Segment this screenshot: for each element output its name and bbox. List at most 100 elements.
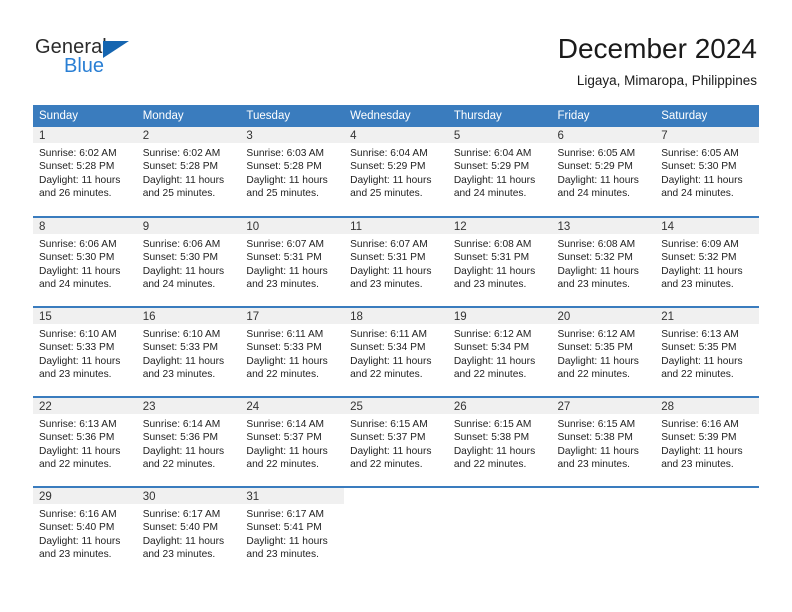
daylight-text: Daylight: 11 hours and 23 minutes. (557, 265, 639, 290)
day-details: Sunrise: 6:10 AM Sunset: 5:33 PM Daylight:… (137, 324, 241, 381)
sunset-text: Sunset: 5:31 PM (350, 252, 426, 264)
day-number: 9 (136, 218, 241, 234)
day-number (447, 488, 552, 504)
calendar-day-cell[interactable]: 6 Sunrise: 6:05 AM Sunset: 5:29 PM Daylight… (551, 127, 656, 217)
calendar-day-cell[interactable]: 31 Sunrise: 6:17 AM Sunset: 5:41 PM Dayligh… (240, 487, 345, 577)
day-number: 5 (447, 127, 552, 143)
calendar-day-cell[interactable]: 11 Sunrise: 6:07 AM Sunset: 5:31 PM Dayligh… (344, 217, 448, 307)
sunrise-text: Sunrise: 6:10 AM (39, 329, 117, 340)
day-details: Sunrise: 6:06 AM Sunset: 5:30 PM Daylight:… (33, 234, 137, 291)
day-details: Sunrise: 6:11 AM Sunset: 5:34 PM Daylight:… (344, 324, 448, 381)
sunset-text: Sunset: 5:32 PM (557, 252, 633, 264)
calendar-day-cell[interactable]: 20 Sunrise: 6:12 AM Sunset: 5:35 PM Dayligh… (551, 307, 656, 397)
sunrise-text: Sunrise: 6:02 AM (39, 148, 117, 159)
sunrise-text: Sunrise: 6:04 AM (350, 148, 428, 159)
sunset-text: Sunset: 5:33 PM (246, 342, 322, 354)
day-number: 7 (655, 127, 759, 143)
sunset-text: Sunset: 5:29 PM (453, 161, 530, 173)
sunset-text: Sunset: 5:36 PM (39, 432, 115, 444)
calendar-day-cell[interactable]: 3 Sunrise: 6:03 AM Sunset: 5:28 PM Daylight… (240, 127, 345, 217)
sunset-text: Sunset: 5:34 PM (350, 342, 426, 354)
calendar-day-cell[interactable]: 30 Sunrise: 6:17 AM Sunset: 5:40 PM Dayligh… (136, 487, 241, 577)
day-number: 20 (551, 308, 656, 324)
sunrise-text: Sunrise: 6:17 AM (142, 509, 221, 520)
calendar-day-cell[interactable]: 19 Sunrise: 6:12 AM Sunset: 5:34 PM Dayligh… (447, 307, 552, 397)
daylight-text: Daylight: 11 hours and 23 minutes. (142, 535, 225, 560)
sunrise-text: Sunrise: 6:13 AM (39, 419, 117, 430)
sunset-text: Sunset: 5:29 PM (350, 161, 426, 173)
weekday-header-wednesday: Wednesday (344, 105, 448, 127)
calendar-day-cell[interactable]: 5 Sunrise: 6:04 AM Sunset: 5:29 PM Daylight… (447, 127, 552, 217)
weekday-header-saturday: Saturday (655, 105, 759, 127)
day-number: 8 (33, 218, 137, 234)
day-details (344, 504, 448, 508)
calendar-day-cell[interactable]: 22 Sunrise: 6:13 AM Sunset: 5:36 PM Dayligh… (33, 397, 137, 487)
weekday-header-friday: Friday (551, 105, 656, 127)
day-number: 22 (33, 398, 137, 414)
calendar-empty-cell (551, 487, 656, 577)
calendar-day-cell[interactable]: 2 Sunrise: 6:02 AM Sunset: 5:28 PM Daylight… (136, 127, 241, 217)
brand-logo: General Blue (35, 36, 165, 84)
day-number: 2 (136, 127, 241, 143)
calendar-table: Sunday Monday Tuesday Wednesday Thursday… (33, 105, 759, 577)
day-number: 25 (344, 398, 448, 414)
sunrise-text: Sunrise: 6:08 AM (557, 239, 636, 250)
calendar-header-row: Sunday Monday Tuesday Wednesday Thursday… (33, 105, 759, 127)
day-number: 3 (240, 127, 345, 143)
calendar-day-cell[interactable]: 27 Sunrise: 6:15 AM Sunset: 5:38 PM Dayligh… (551, 397, 656, 487)
calendar-day-cell[interactable]: 14 Sunrise: 6:09 AM Sunset: 5:32 PM Dayligh… (655, 217, 759, 307)
day-details: Sunrise: 6:17 AM Sunset: 5:41 PM Daylight:… (240, 504, 344, 561)
sunrise-text: Sunrise: 6:06 AM (142, 239, 221, 250)
sunset-text: Sunset: 5:36 PM (142, 432, 219, 444)
weekday-header-monday: Monday (136, 105, 241, 127)
sunrise-text: Sunrise: 6:14 AM (142, 419, 221, 430)
sunset-text: Sunset: 5:37 PM (246, 432, 322, 444)
day-details: Sunrise: 6:14 AM Sunset: 5:36 PM Daylight:… (137, 414, 241, 471)
calendar-day-cell[interactable]: 28 Sunrise: 6:16 AM Sunset: 5:39 PM Dayligh… (655, 397, 759, 487)
day-number: 4 (344, 127, 448, 143)
sunset-text: Sunset: 5:33 PM (142, 342, 219, 354)
sunrise-text: Sunrise: 6:11 AM (246, 329, 324, 340)
calendar-day-cell[interactable]: 21 Sunrise: 6:13 AM Sunset: 5:35 PM Dayligh… (655, 307, 759, 397)
calendar-day-cell[interactable]: 23 Sunrise: 6:14 AM Sunset: 5:36 PM Dayligh… (136, 397, 241, 487)
calendar-day-cell[interactable]: 1 Sunrise: 6:02 AM Sunset: 5:28 PM Daylight… (33, 127, 137, 217)
calendar-empty-cell (344, 487, 448, 577)
day-details: Sunrise: 6:05 AM Sunset: 5:29 PM Daylight:… (552, 143, 656, 200)
day-number (655, 488, 759, 504)
calendar-day-cell[interactable]: 12 Sunrise: 6:08 AM Sunset: 5:31 PM Dayligh… (447, 217, 552, 307)
calendar-day-cell[interactable]: 10 Sunrise: 6:07 AM Sunset: 5:31 PM Dayligh… (240, 217, 345, 307)
calendar-day-cell[interactable]: 29 Sunrise: 6:16 AM Sunset: 5:40 PM Dayligh… (33, 487, 137, 577)
calendar-day-cell[interactable]: 25 Sunrise: 6:15 AM Sunset: 5:37 PM Dayligh… (344, 397, 448, 487)
page-title: December 2024 (557, 33, 757, 64)
calendar-day-cell[interactable]: 8 Sunrise: 6:06 AM Sunset: 5:30 PM Daylight… (33, 217, 137, 307)
daylight-text: Daylight: 11 hours and 25 minutes. (350, 174, 432, 199)
sunset-text: Sunset: 5:28 PM (39, 161, 115, 173)
sunset-text: Sunset: 5:39 PM (661, 432, 737, 444)
day-number: 10 (240, 218, 345, 234)
calendar-day-cell[interactable]: 24 Sunrise: 6:14 AM Sunset: 5:37 PM Dayligh… (240, 397, 345, 487)
calendar-day-cell[interactable]: 16 Sunrise: 6:10 AM Sunset: 5:33 PM Dayligh… (136, 307, 241, 397)
sunrise-text: Sunrise: 6:12 AM (557, 329, 636, 340)
daylight-text: Daylight: 11 hours and 23 minutes. (39, 355, 121, 380)
calendar-day-cell[interactable]: 4 Sunrise: 6:04 AM Sunset: 5:29 PM Daylight… (344, 127, 448, 217)
calendar-day-cell[interactable]: 17 Sunrise: 6:11 AM Sunset: 5:33 PM Dayligh… (240, 307, 345, 397)
sunrise-text: Sunrise: 6:10 AM (142, 329, 221, 340)
sunrise-text: Sunrise: 6:15 AM (453, 419, 532, 430)
sunset-text: Sunset: 5:41 PM (246, 522, 322, 534)
calendar-day-cell[interactable]: 18 Sunrise: 6:11 AM Sunset: 5:34 PM Dayligh… (344, 307, 448, 397)
daylight-text: Daylight: 11 hours and 23 minutes. (557, 445, 639, 470)
day-details: Sunrise: 6:04 AM Sunset: 5:29 PM Daylight:… (448, 143, 552, 200)
calendar-day-cell[interactable]: 7 Sunrise: 6:05 AM Sunset: 5:30 PM Daylight… (655, 127, 759, 217)
weekday-header-tuesday: Tuesday (240, 105, 345, 127)
sunset-text: Sunset: 5:40 PM (142, 522, 219, 534)
day-details: Sunrise: 6:15 AM Sunset: 5:38 PM Daylight:… (552, 414, 656, 471)
calendar-week-row: 8 Sunrise: 6:06 AM Sunset: 5:30 PM Daylight… (33, 217, 759, 307)
calendar-day-cell[interactable]: 9 Sunrise: 6:06 AM Sunset: 5:30 PM Daylight… (136, 217, 241, 307)
sunrise-text: Sunrise: 6:12 AM (453, 329, 532, 340)
daylight-text: Daylight: 11 hours and 22 minutes. (142, 445, 225, 470)
sunrise-text: Sunrise: 6:08 AM (453, 239, 532, 250)
calendar-day-cell[interactable]: 13 Sunrise: 6:08 AM Sunset: 5:32 PM Dayligh… (551, 217, 656, 307)
calendar-day-cell[interactable]: 15 Sunrise: 6:10 AM Sunset: 5:33 PM Dayligh… (33, 307, 137, 397)
calendar-day-cell[interactable]: 26 Sunrise: 6:15 AM Sunset: 5:38 PM Dayligh… (447, 397, 552, 487)
location-subtitle: Ligaya, Mimaropa, Philippines (576, 73, 757, 88)
